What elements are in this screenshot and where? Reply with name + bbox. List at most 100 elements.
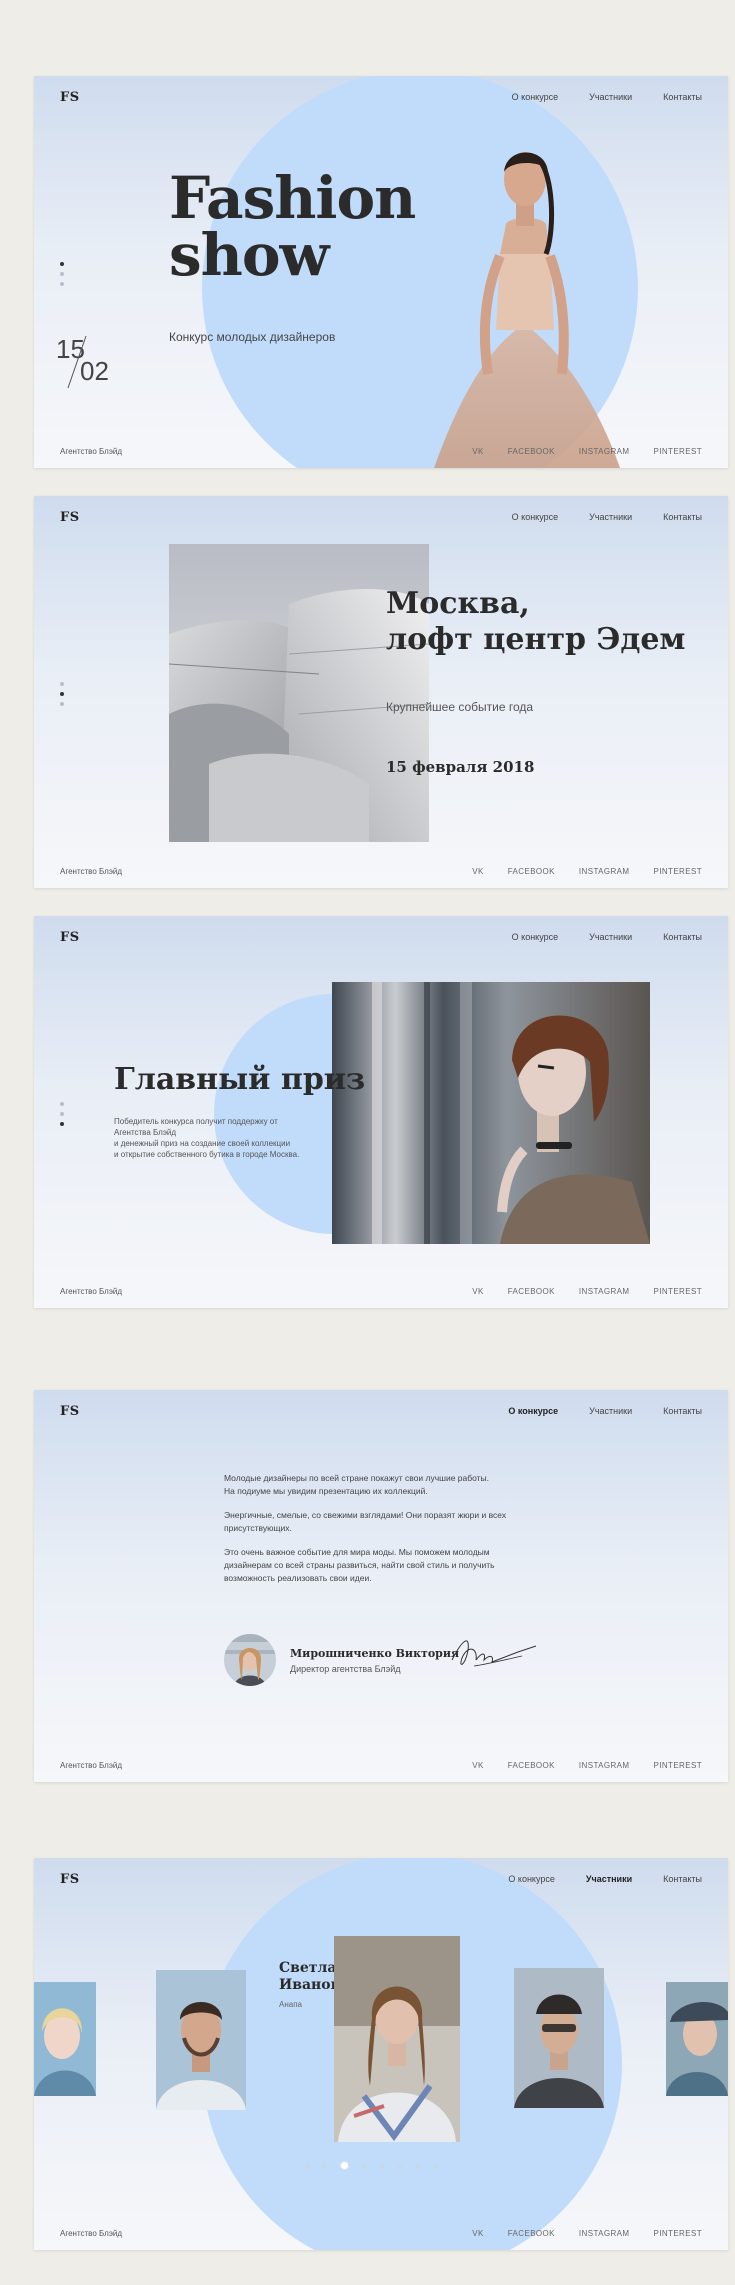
- nav-contacts[interactable]: Контакты: [663, 92, 702, 102]
- social-pinterest[interactable]: PINTEREST: [654, 2229, 703, 2238]
- signature-image: [451, 1640, 537, 1667]
- social-pinterest[interactable]: PINTEREST: [654, 447, 703, 456]
- nav-participants[interactable]: Участники: [589, 932, 632, 942]
- hero-subtitle: Конкурс молодых дизайнеров: [169, 330, 336, 344]
- slide-main-prize: FS О конкурсе Участники Контакты Главный…: [34, 916, 728, 1308]
- footer-agency: Агентство Блэйд: [60, 867, 123, 876]
- main-nav: О конкурсе Участники Контакты: [508, 1874, 702, 1884]
- participant-card[interactable]: [666, 1982, 728, 2096]
- social-instagram[interactable]: INSTAGRAM: [579, 1287, 630, 1296]
- nav-about[interactable]: О конкурсе: [508, 1406, 558, 1416]
- logo[interactable]: FS: [60, 90, 80, 105]
- hero-title: Fashion show: [169, 164, 416, 289]
- social-links: VK FACEBOOK INSTAGRAM PINTEREST: [472, 2229, 702, 2238]
- prize-description: Победитель конкурса получит поддержку от…: [114, 1117, 300, 1159]
- social-vk[interactable]: VK: [472, 447, 483, 456]
- social-vk[interactable]: VK: [472, 867, 483, 876]
- prize-title: Главный приз: [114, 1062, 366, 1097]
- pager-dot[interactable]: [60, 1122, 64, 1126]
- social-links: VK FACEBOOK INSTAGRAM PINTEREST: [472, 1761, 702, 1770]
- author-role: Директор агентства Блэйд: [290, 1663, 401, 1674]
- nav-about[interactable]: О конкурсе: [512, 512, 558, 522]
- mannequin-photo: [332, 982, 650, 1244]
- social-links: VK FACEBOOK INSTAGRAM PINTEREST: [472, 1287, 702, 1296]
- carousel-dot[interactable]: [323, 2163, 327, 2168]
- quote-author: Мирошниченко Виктория Директор агентства…: [224, 1634, 459, 1686]
- pager-dot[interactable]: [60, 262, 64, 266]
- social-facebook[interactable]: FACEBOOK: [508, 1287, 555, 1296]
- pager-dot[interactable]: [60, 682, 64, 686]
- pager-dot[interactable]: [60, 692, 64, 696]
- carousel-pager: [305, 2162, 438, 2169]
- footer-agency: Агентство Блэйд: [60, 447, 123, 456]
- event-tagline: Крупнейшее событие года: [386, 700, 534, 714]
- social-instagram[interactable]: INSTAGRAM: [579, 867, 630, 876]
- pager-dot[interactable]: [60, 272, 64, 276]
- nav-participants[interactable]: Участники: [589, 512, 632, 522]
- social-pinterest[interactable]: PINTEREST: [654, 1287, 703, 1296]
- participant-card[interactable]: [34, 1982, 96, 2096]
- participant-city: Анапа: [279, 2000, 302, 2009]
- main-nav: О конкурсе Участники Контакты: [512, 932, 702, 942]
- carousel-dot[interactable]: [362, 2163, 366, 2168]
- nav-about[interactable]: О конкурсе: [508, 1874, 554, 1884]
- slide-pager: [60, 262, 64, 286]
- slide-about: FS О конкурсе Участники Контакты Молодые…: [34, 1390, 728, 1782]
- main-nav: О конкурсе Участники Контакты: [512, 92, 702, 102]
- social-facebook[interactable]: FACEBOOK: [508, 447, 555, 456]
- carousel-dot-active[interactable]: [341, 2162, 348, 2169]
- nav-contacts[interactable]: Контакты: [663, 932, 702, 942]
- event-date: 15 февраля 2018: [386, 758, 535, 776]
- carousel-dot[interactable]: [305, 2163, 309, 2168]
- nav-about[interactable]: О конкурсе: [512, 92, 558, 102]
- slide-pager: [60, 1102, 64, 1126]
- social-facebook[interactable]: FACEBOOK: [508, 2229, 555, 2238]
- nav-contacts[interactable]: Контакты: [663, 512, 702, 522]
- social-instagram[interactable]: INSTAGRAM: [579, 2229, 630, 2238]
- social-pinterest[interactable]: PINTEREST: [654, 867, 703, 876]
- nav-contacts[interactable]: Контакты: [663, 1874, 702, 1884]
- nav-participants[interactable]: Участники: [589, 92, 632, 102]
- logo[interactable]: FS: [60, 510, 80, 525]
- pager-dot[interactable]: [60, 702, 64, 706]
- slide-fashion-show: FS О конкурсе Участники Контакты Fashion…: [34, 76, 728, 468]
- logo[interactable]: FS: [60, 1872, 80, 1887]
- nav-participants[interactable]: Участники: [589, 1406, 632, 1416]
- event-date-fraction: 15 02: [56, 334, 109, 389]
- logo[interactable]: FS: [60, 1404, 80, 1419]
- avatar: [224, 1634, 276, 1686]
- social-instagram[interactable]: INSTAGRAM: [579, 447, 630, 456]
- social-vk[interactable]: VK: [472, 2229, 483, 2238]
- slide-location: FS О конкурсе Участники Контакты Москва,…: [34, 496, 728, 888]
- location-title: Москва, лофт центр Эдем: [386, 586, 686, 657]
- social-pinterest[interactable]: PINTEREST: [654, 1761, 703, 1770]
- author-name: Мирошниченко Виктория: [290, 1646, 460, 1660]
- social-vk[interactable]: VK: [472, 1287, 483, 1296]
- social-links: VK FACEBOOK INSTAGRAM PINTEREST: [472, 447, 702, 456]
- participant-card[interactable]: [514, 1968, 604, 2108]
- social-links: VK FACEBOOK INSTAGRAM PINTEREST: [472, 867, 702, 876]
- social-vk[interactable]: VK: [472, 1761, 483, 1770]
- nav-contacts[interactable]: Контакты: [663, 1406, 702, 1416]
- carousel-dot[interactable]: [380, 2163, 384, 2168]
- carousel-dot[interactable]: [398, 2163, 402, 2168]
- nav-about[interactable]: О конкурсе: [512, 932, 558, 942]
- director-quote: Молодые дизайнеры по всей стране покажут…: [224, 1473, 507, 1583]
- participant-card[interactable]: [156, 1970, 246, 2110]
- social-facebook[interactable]: FACEBOOK: [508, 1761, 555, 1770]
- slide-participants: FS О конкурсе Участники Контакты Светлан…: [34, 1858, 728, 2250]
- carousel-dot[interactable]: [434, 2163, 438, 2168]
- model-photo: [434, 152, 620, 468]
- social-instagram[interactable]: INSTAGRAM: [579, 1761, 630, 1770]
- footer-agency: Агентство Блэйд: [60, 1287, 123, 1296]
- nav-participants[interactable]: Участники: [586, 1874, 632, 1884]
- participant-card-featured[interactable]: [334, 1936, 460, 2142]
- pager-dot[interactable]: [60, 282, 64, 286]
- social-facebook[interactable]: FACEBOOK: [508, 867, 555, 876]
- main-nav: О конкурсе Участники Контакты: [512, 512, 702, 522]
- main-nav: О конкурсе Участники Контакты: [508, 1406, 702, 1416]
- pager-dot[interactable]: [60, 1102, 64, 1106]
- pager-dot[interactable]: [60, 1112, 64, 1116]
- carousel-dot[interactable]: [416, 2163, 420, 2168]
- logo[interactable]: FS: [60, 930, 80, 945]
